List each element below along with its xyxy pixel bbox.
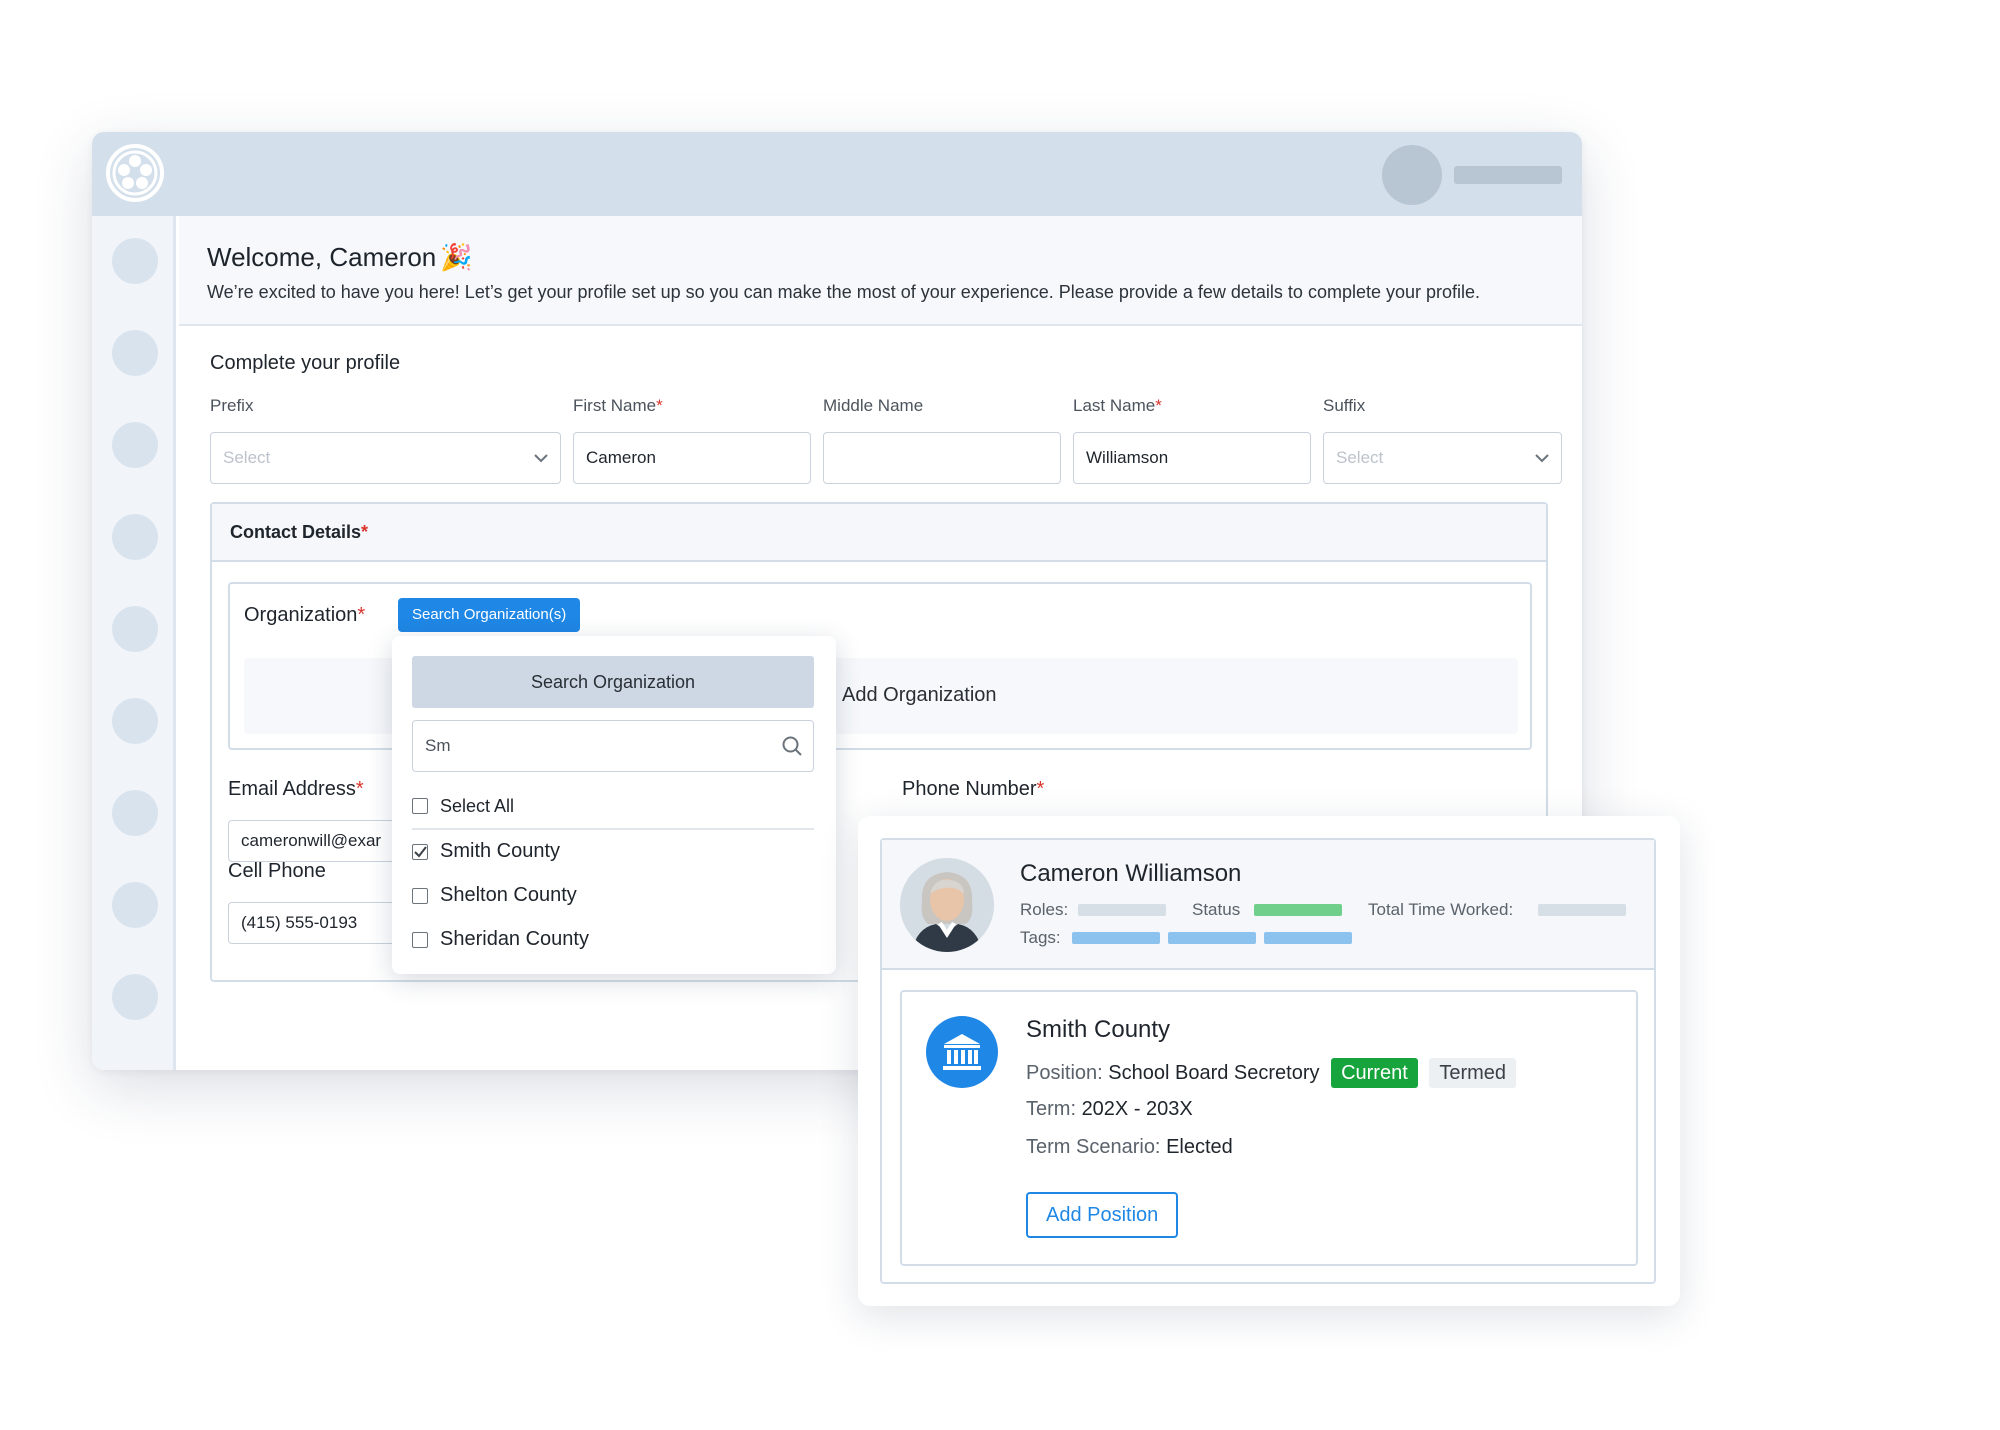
option-shelton-county[interactable]: Shelton County (412, 878, 814, 916)
sidebar-item[interactable] (112, 606, 158, 652)
current-badge[interactable]: Current (1331, 1058, 1418, 1088)
film-reel-logo-icon[interactable] (106, 144, 164, 202)
term-value: 202X - 203X (1081, 1098, 1193, 1120)
profile-name: Cameron Williamson (1020, 860, 1242, 887)
welcome-title-text: Welcome, Cameron (207, 242, 437, 272)
add-organization-link[interactable]: Add Organization (842, 684, 997, 707)
option-label: Shelton County (440, 884, 577, 906)
status-indicator (1254, 904, 1342, 916)
party-popper-icon: 🎉 (440, 242, 473, 272)
top-bar (92, 132, 1582, 216)
option-smith-county[interactable]: Smith County (412, 834, 814, 872)
organization-position-card: Smith County Position: School Board Secr… (900, 990, 1638, 1266)
position-row: Position: School Board Secretory Current… (1026, 1058, 1517, 1088)
profile-card: Cameron Williamson Roles: Status Total T… (858, 816, 1680, 1306)
first-name-field[interactable]: Cameron (573, 432, 811, 484)
organization-label: Organization* (244, 604, 366, 626)
total-time-label: Total Time Worked: (1368, 900, 1514, 919)
option-label: Sheridan County (440, 928, 589, 950)
sidebar-item[interactable] (112, 698, 158, 744)
sidebar-item[interactable] (112, 238, 158, 284)
roles-placeholder (1078, 904, 1166, 916)
sidebar-item[interactable] (112, 974, 158, 1020)
organization-dropdown: Search Organization Sm Select All Smith … (392, 636, 836, 974)
prefix-select[interactable]: Select (210, 432, 561, 484)
term-scenario-value: Elected (1166, 1136, 1233, 1158)
search-icon[interactable] (781, 735, 803, 757)
middle-name-label: Middle Name (823, 396, 924, 415)
tag-chip (1264, 932, 1352, 944)
cell-phone-label: Cell Phone (228, 860, 326, 882)
status-label: Status (1192, 900, 1241, 919)
option-label: Smith County (440, 840, 561, 862)
suffix-label: Suffix (1323, 396, 1366, 415)
email-label: Email Address* (228, 778, 364, 800)
position-value: School Board Secretory (1108, 1062, 1320, 1084)
dropdown-header: Search Organization (412, 656, 814, 708)
chevron-down-icon (1535, 454, 1549, 463)
checkmark-icon (414, 846, 427, 858)
welcome-message: We’re excited to have you here! Let’s ge… (207, 282, 1481, 302)
checkbox[interactable] (412, 798, 428, 814)
profile-card-header: Cameron Williamson Roles: Status Total T… (882, 840, 1654, 970)
add-position-button[interactable]: Add Position (1026, 1192, 1179, 1238)
search-organizations-button[interactable]: Search Organization(s) (398, 598, 581, 632)
tag-chip (1072, 932, 1160, 944)
last-name-label: Last Name* (1073, 396, 1162, 415)
term-row: Term: 202X - 203X (1026, 1098, 1193, 1120)
suffix-select[interactable]: Select (1323, 432, 1562, 484)
total-time-placeholder (1538, 904, 1626, 916)
termed-badge[interactable]: Termed (1429, 1058, 1517, 1088)
user-name-placeholder[interactable] (1454, 166, 1562, 184)
government-building-icon (926, 1016, 998, 1088)
avatar (900, 858, 994, 952)
contact-details-title: Contact Details* (230, 522, 369, 542)
sidebar-item[interactable] (112, 514, 158, 560)
sidebar (92, 216, 176, 1070)
sidebar-item[interactable] (112, 882, 158, 928)
welcome-title: Welcome, Cameron 🎉 (207, 242, 473, 273)
chevron-down-icon (534, 454, 548, 463)
checkbox-checked[interactable] (412, 844, 428, 860)
select-all-option[interactable]: Select All (412, 788, 814, 826)
middle-name-field[interactable] (823, 432, 1061, 484)
divider (412, 828, 814, 830)
tags-label: Tags: (1020, 928, 1061, 947)
tag-chip (1168, 932, 1256, 944)
option-label: Select All (440, 796, 515, 816)
last-name-field[interactable]: Williamson (1073, 432, 1311, 484)
contact-details-header: Contact Details* (212, 504, 1546, 562)
organization-search-input[interactable]: Sm (412, 720, 814, 772)
phone-label: Phone Number* (902, 778, 1045, 800)
section-title: Complete your profile (210, 352, 401, 374)
checkbox[interactable] (412, 888, 428, 904)
term-scenario-row: Term Scenario: Elected (1026, 1136, 1233, 1158)
user-avatar[interactable] (1382, 145, 1442, 205)
sidebar-item[interactable] (112, 330, 158, 376)
organization-name: Smith County (1026, 1016, 1171, 1043)
profile-card-inner: Cameron Williamson Roles: Status Total T… (880, 838, 1656, 1284)
roles-label: Roles: (1020, 900, 1069, 919)
prefix-label: Prefix (210, 396, 254, 415)
sidebar-item[interactable] (112, 422, 158, 468)
first-name-label: First Name* (573, 396, 663, 415)
sidebar-item[interactable] (112, 790, 158, 836)
option-sheridan-county[interactable]: Sheridan County (412, 922, 814, 960)
checkbox[interactable] (412, 932, 428, 948)
welcome-banner: Welcome, Cameron 🎉 We’re excited to have … (179, 216, 1582, 326)
